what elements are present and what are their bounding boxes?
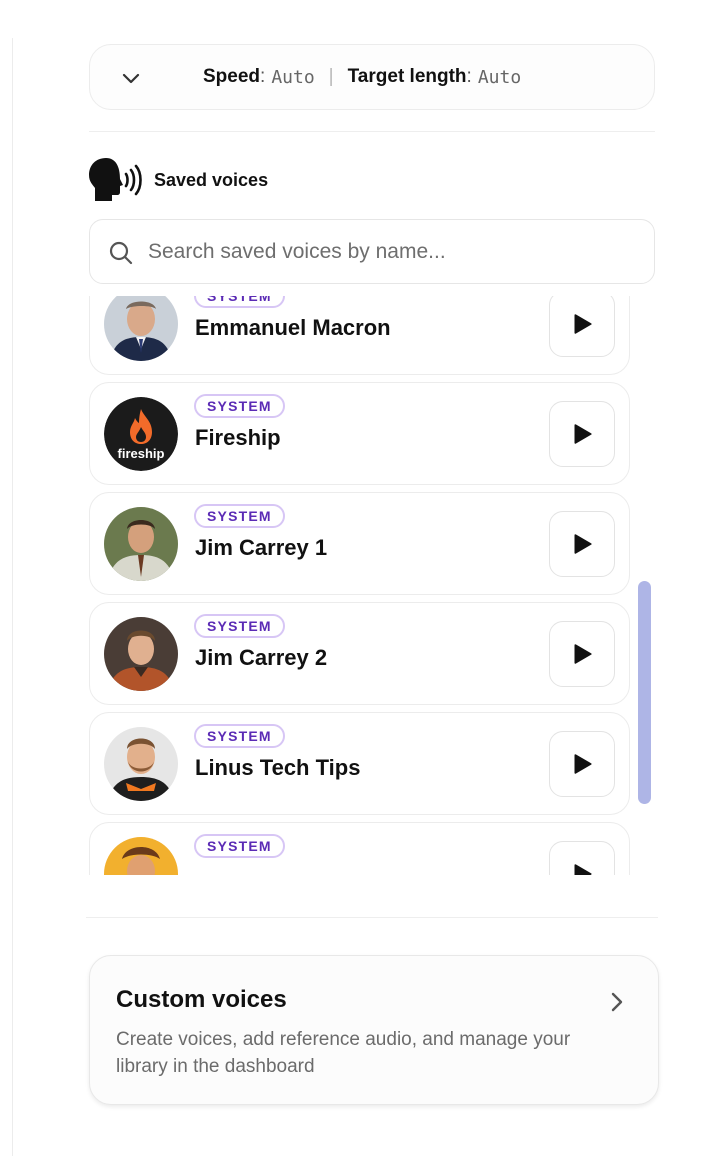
custom-voices-title: Custom voices (116, 986, 287, 1013)
system-badge: SYSTEM (194, 296, 285, 308)
voice-name: Jim Carrey 1 (195, 535, 328, 560)
system-badge: SYSTEM (194, 614, 285, 638)
speaking-head-icon (89, 158, 142, 201)
system-badge: SYSTEM (194, 834, 285, 858)
voice-name: Emmanuel Macron (195, 315, 391, 340)
play-icon (574, 754, 592, 774)
fireship-logo-text: fireship (118, 446, 165, 461)
divider-top (89, 131, 655, 132)
speed-label: Speed (203, 66, 261, 87)
play-button[interactable] (549, 511, 615, 577)
play-button[interactable] (549, 731, 615, 797)
system-badge: SYSTEM (194, 504, 285, 528)
left-border (12, 38, 13, 1156)
target-length-value: Auto (477, 66, 522, 88)
custom-voices-description: Create voices, add reference audio, and … (116, 1029, 571, 1077)
voice-card-jim-carrey-2[interactable]: SYSTEM Jim Carrey 2 (89, 602, 630, 705)
play-icon (574, 314, 592, 334)
target-colon: : (466, 66, 472, 87)
custom-voices-card[interactable]: Custom voices Create voices, add referen… (89, 955, 659, 1105)
system-badge: SYSTEM (194, 724, 285, 748)
play-button[interactable] (549, 296, 615, 357)
play-button[interactable] (549, 621, 615, 687)
speed-settings-panel[interactable]: Speed: Auto | Target length: Auto (89, 44, 655, 110)
play-button[interactable] (549, 841, 615, 875)
saved-voices-header: Saved voices (88, 157, 268, 203)
search-icon (109, 241, 133, 265)
play-icon (574, 424, 592, 444)
avatar (104, 727, 178, 801)
avatar (104, 617, 178, 691)
target-length-label: Target length (347, 66, 467, 87)
speed-summary: Speed: Auto | Target length: Auto (203, 45, 521, 109)
avatar (104, 507, 178, 581)
avatar (104, 296, 178, 361)
saved-voices-title: Saved voices (154, 169, 269, 190)
voice-name: Fireship (195, 425, 281, 450)
chevron-down-icon[interactable] (120, 67, 142, 89)
voice-name: Jim Carrey 2 (195, 645, 328, 670)
divider-bottom (86, 917, 658, 918)
voice-list[interactable]: SYSTEM Emmanuel Macron fireship SYSTEM F… (89, 296, 649, 875)
system-badge: SYSTEM (194, 394, 285, 418)
voice-list-scrollbar[interactable] (638, 581, 651, 804)
avatar (104, 837, 178, 875)
voice-card-partial[interactable]: SYSTEM (89, 822, 630, 875)
play-icon (574, 864, 592, 875)
search-input[interactable] (148, 220, 628, 283)
speed-colon: : (260, 66, 266, 87)
chevron-right-icon (611, 992, 623, 1012)
play-icon (574, 644, 592, 664)
play-icon (574, 534, 592, 554)
voice-name: Linus Tech Tips (195, 755, 361, 780)
avatar: fireship (104, 397, 178, 471)
voice-card-emmanuel-macron[interactable]: SYSTEM Emmanuel Macron (89, 296, 630, 375)
voice-card-linus-tech-tips[interactable]: SYSTEM Linus Tech Tips (89, 712, 630, 815)
speed-value: Auto (271, 66, 315, 88)
separator: | (328, 66, 334, 87)
voice-card-jim-carrey-1[interactable]: SYSTEM Jim Carrey 1 (89, 492, 630, 595)
voice-card-fireship[interactable]: fireship SYSTEM Fireship (89, 382, 630, 485)
search-box[interactable] (89, 219, 655, 284)
play-button[interactable] (549, 401, 615, 467)
